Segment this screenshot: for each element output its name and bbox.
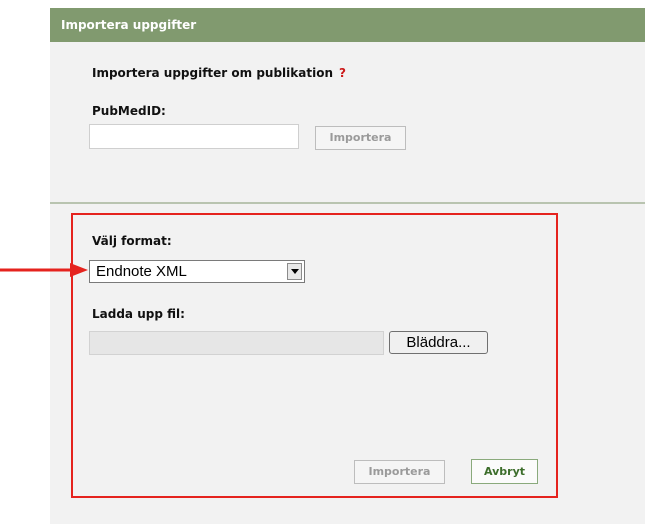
file-path-field[interactable] xyxy=(89,331,384,355)
dialog-title: Importera uppgifter xyxy=(50,8,645,42)
pubmed-label: PubMedID: xyxy=(92,104,166,118)
upload-label: Ladda upp fil: xyxy=(92,307,185,321)
browse-button[interactable]: Bläddra... xyxy=(389,331,488,354)
publication-heading: Importera uppgifter om publikation? xyxy=(92,66,346,80)
format-selected-value: Endnote XML xyxy=(96,263,187,280)
highlight-box xyxy=(71,213,558,498)
cancel-button[interactable]: Avbryt xyxy=(471,459,538,484)
arrow-right-icon xyxy=(0,263,88,277)
publication-heading-text: Importera uppgifter om publikation xyxy=(92,66,333,80)
format-label: Välj format: xyxy=(92,234,172,248)
format-select[interactable]: Endnote XML xyxy=(89,260,305,283)
chevron-down-icon[interactable] xyxy=(287,263,302,280)
import-file-button[interactable]: Importera xyxy=(354,460,445,484)
pubmed-id-input[interactable] xyxy=(89,124,299,149)
help-link[interactable]: ? xyxy=(339,66,346,80)
import-pubmed-button[interactable]: Importera xyxy=(315,126,406,150)
